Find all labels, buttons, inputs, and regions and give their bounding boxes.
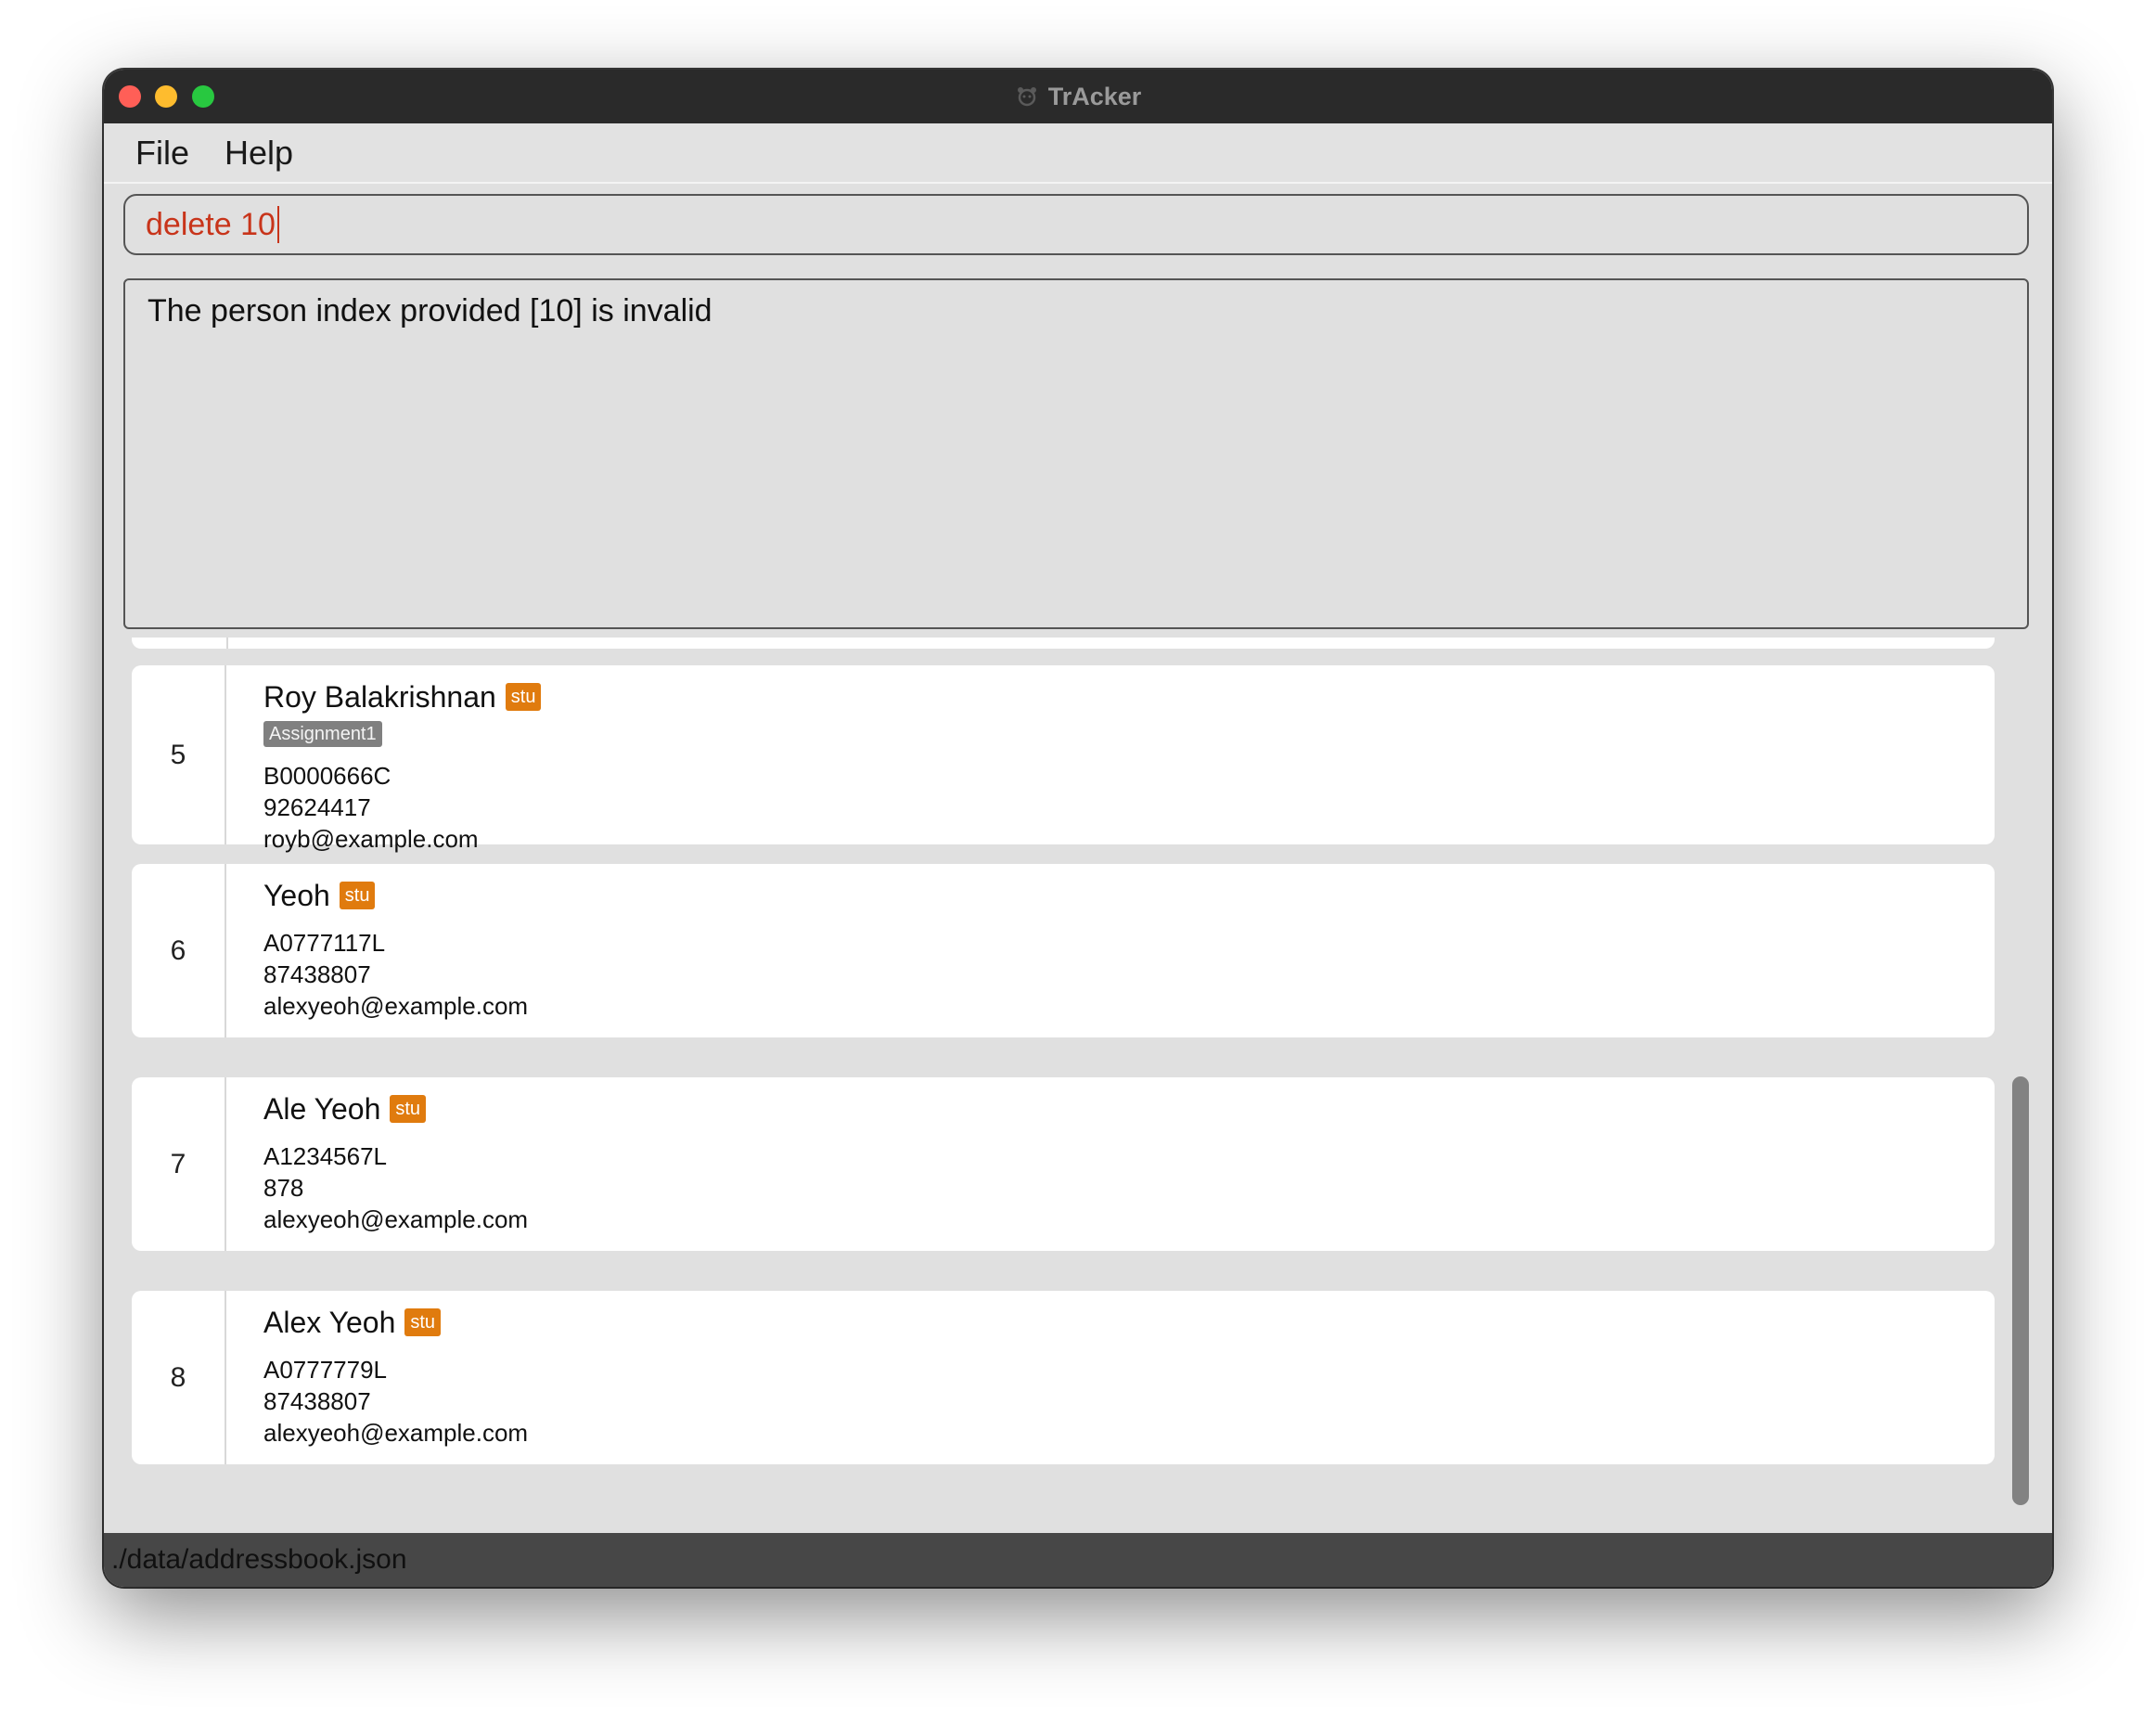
- role-tag: stu: [505, 683, 542, 711]
- person-id: A1234567L: [263, 1142, 388, 1170]
- person-index: 5: [132, 665, 226, 844]
- person-email: royb@example.com: [263, 825, 479, 853]
- person-name: Yeoh: [263, 878, 330, 912]
- role-tag: stu: [404, 1308, 442, 1336]
- person-name: Ale Yeoh: [263, 1091, 381, 1126]
- person-name: Alex Yeoh: [263, 1305, 396, 1339]
- person-phone: 87438807: [263, 1387, 371, 1415]
- minimize-window-button[interactable]: [155, 85, 177, 108]
- person-phone: 878: [263, 1174, 304, 1202]
- person-id: B0000666C: [263, 762, 391, 790]
- status-bar: ./data/addressbook.json: [104, 1533, 2052, 1587]
- result-display[interactable]: The person index provided [10] is invali…: [123, 278, 2029, 629]
- person-name-row: Yeoh stu: [263, 873, 528, 918]
- person-card[interactable]: 7 Ale Yeoh stu A1234567L 878 alexyeoh@ex…: [132, 1077, 1995, 1251]
- menu-help[interactable]: Help: [225, 134, 293, 173]
- app-window: TrAcker File Help delete 10 The person i…: [104, 70, 2052, 1587]
- person-name-row: Roy Balakrishnan stu: [263, 675, 542, 719]
- assignment-tag: Assignment1: [263, 721, 382, 747]
- person-details: Alex Yeoh stu A0777779L 87438807 alexyeo…: [263, 1300, 528, 1449]
- data-file-path: ./data/addressbook.json: [111, 1544, 407, 1575]
- close-window-button[interactable]: [119, 85, 141, 108]
- window-title-group: TrAcker: [1015, 82, 1142, 111]
- person-name: Roy Balakrishnan: [263, 679, 496, 714]
- list-scrollbar[interactable]: [2012, 1076, 2029, 1505]
- role-tag: stu: [390, 1095, 427, 1123]
- command-input[interactable]: delete 10: [123, 194, 2029, 255]
- app-logo-icon: [1017, 87, 1036, 107]
- person-card[interactable]: 8 Alex Yeoh stu A0777779L 87438807 alexy…: [132, 1291, 1995, 1464]
- result-message: The person index provided [10] is invali…: [148, 293, 712, 328]
- person-email: alexyeoh@example.com: [263, 1205, 529, 1233]
- window-title: TrAcker: [1047, 82, 1142, 110]
- person-email: alexyeoh@example.com: [263, 1419, 529, 1447]
- person-details: Yeoh stu A0777117L 87438807 alexyeoh@exa…: [263, 873, 528, 1022]
- person-index: 6: [132, 864, 226, 1037]
- person-list[interactable]: 5 Roy Balakrishnan stu Assignment1 B0000…: [104, 638, 2052, 1587]
- menu-bar: File Help: [104, 123, 2052, 184]
- person-id: A0777117L: [263, 929, 386, 957]
- menu-file[interactable]: File: [135, 134, 189, 173]
- command-input-text: delete 10: [146, 206, 276, 242]
- person-name-row: Alex Yeoh stu: [263, 1300, 528, 1345]
- person-phone: 92624417: [263, 793, 371, 821]
- person-card[interactable]: 6 Yeoh stu A0777117L 87438807 alexyeoh@e…: [132, 864, 1995, 1037]
- person-index: 8: [132, 1291, 226, 1464]
- person-details: Ale Yeoh stu A1234567L 878 alexyeoh@exam…: [263, 1087, 528, 1235]
- person-card-partial[interactable]: [132, 638, 1995, 649]
- person-card[interactable]: 5 Roy Balakrishnan stu Assignment1 B0000…: [132, 665, 1995, 853]
- person-id: A0777779L: [263, 1356, 388, 1384]
- index-divider: [226, 638, 228, 649]
- person-details: Roy Balakrishnan stu Assignment1 B000066…: [263, 675, 542, 855]
- person-email: alexyeoh@example.com: [263, 992, 529, 1020]
- text-caret: [276, 206, 279, 243]
- person-name-row: Ale Yeoh stu: [263, 1087, 528, 1131]
- role-tag: stu: [339, 882, 376, 909]
- maximize-window-button[interactable]: [192, 85, 214, 108]
- person-index: 7: [132, 1077, 226, 1251]
- title-bar: TrAcker: [104, 70, 2052, 123]
- person-phone: 87438807: [263, 960, 371, 988]
